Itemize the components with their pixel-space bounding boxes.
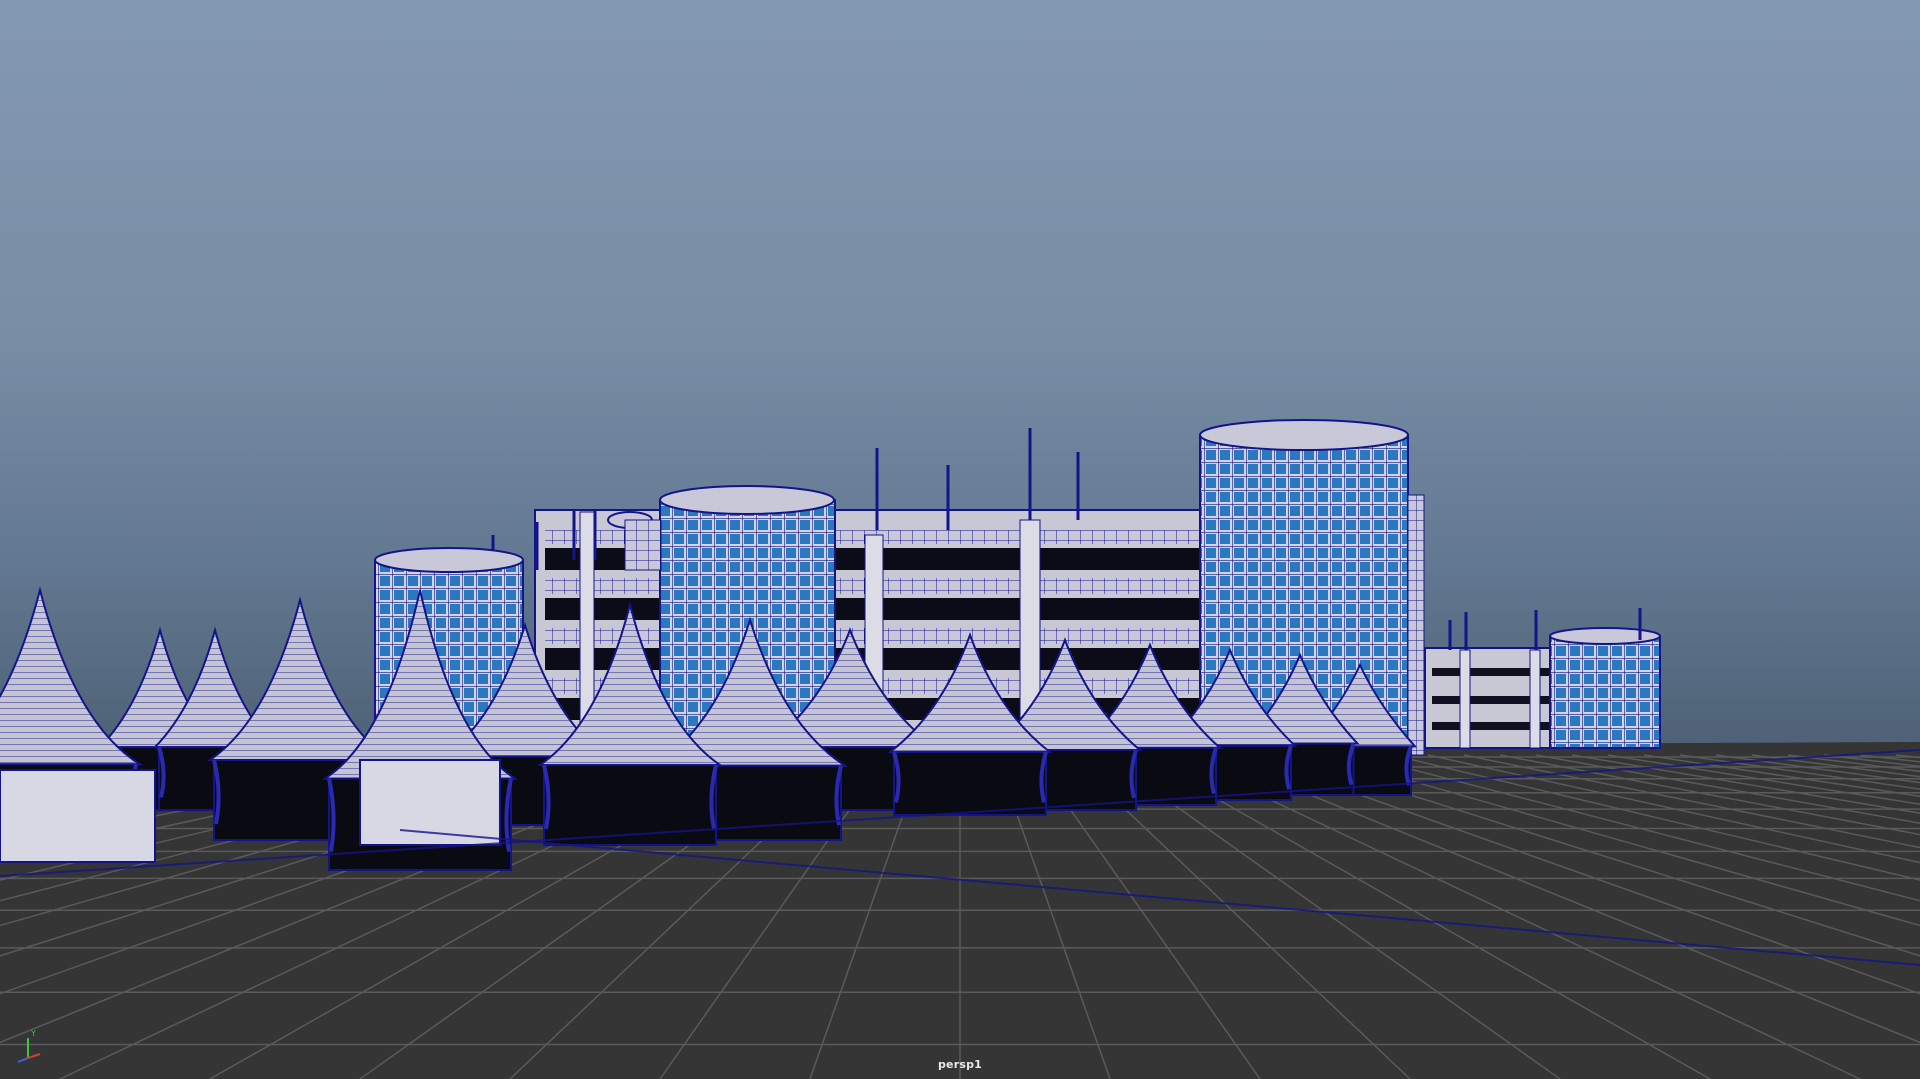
- tent-wall: [0, 769, 156, 863]
- cylinder-tower-far-right: [1549, 627, 1661, 749]
- camera-name-label: persp1: [937, 1058, 983, 1071]
- axis-y-label: Y: [30, 1029, 36, 1038]
- perspective-viewport[interactable]: Y persp1: [0, 0, 1920, 1079]
- scene-render[interactable]: [0, 0, 1920, 1079]
- parking-structure-far: [1424, 647, 1561, 749]
